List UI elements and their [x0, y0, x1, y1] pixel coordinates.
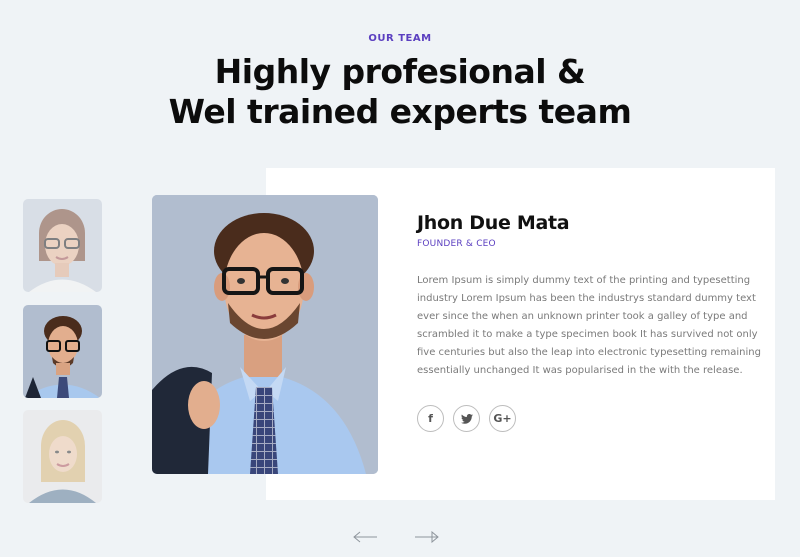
man-glasses-photo: [23, 305, 102, 398]
google-plus-icon[interactable]: G+: [489, 405, 516, 432]
bio-line: scrambled it to make a type specimen boo…: [417, 329, 758, 340]
twitter-bird-icon: [460, 413, 473, 424]
arrow-left-icon: [353, 531, 377, 543]
bio-line: Lorem Ipsum is simply dummy text of the …: [417, 275, 751, 286]
social-links: f G+: [417, 405, 516, 432]
section-title: Highly profesional & Wel trained experts…: [0, 52, 800, 132]
section-eyebrow: OUR TEAM: [368, 33, 432, 44]
facebook-icon[interactable]: f: [417, 405, 444, 432]
bio-line: ever since the when an unknown printer t…: [417, 311, 748, 322]
member-portrait: [152, 195, 378, 474]
member-role: FOUNDER & CEO: [417, 239, 496, 249]
twitter-icon[interactable]: [453, 405, 480, 432]
bio-line: five centuries but also the leap into el…: [417, 347, 761, 358]
facebook-glyph: f: [428, 412, 433, 425]
next-arrow-button[interactable]: [414, 531, 440, 543]
title-line-2: Wel trained experts team: [168, 92, 632, 131]
bio-line: industry Lorem Ipsum has been the indust…: [417, 293, 756, 304]
blonde-woman-photo: [23, 410, 102, 503]
member-bio: Lorem Ipsum is simply dummy text of the …: [417, 272, 761, 380]
thumbnail-woman-glasses[interactable]: [23, 199, 102, 292]
thumbnail-man-glasses[interactable]: [23, 305, 102, 398]
woman-glasses-photo: [23, 199, 102, 292]
title-line-1: Highly profesional &: [214, 52, 586, 91]
bio-line: essentially unchanged It was popularised…: [417, 365, 743, 376]
member-name: Jhon Due Mata: [417, 212, 570, 234]
arrow-right-icon: [415, 531, 439, 543]
prev-arrow-button[interactable]: [352, 531, 378, 543]
man-portrait-photo: [152, 195, 378, 474]
thumbnail-blonde-woman[interactable]: [23, 410, 102, 503]
google-plus-glyph: G+: [493, 412, 512, 425]
